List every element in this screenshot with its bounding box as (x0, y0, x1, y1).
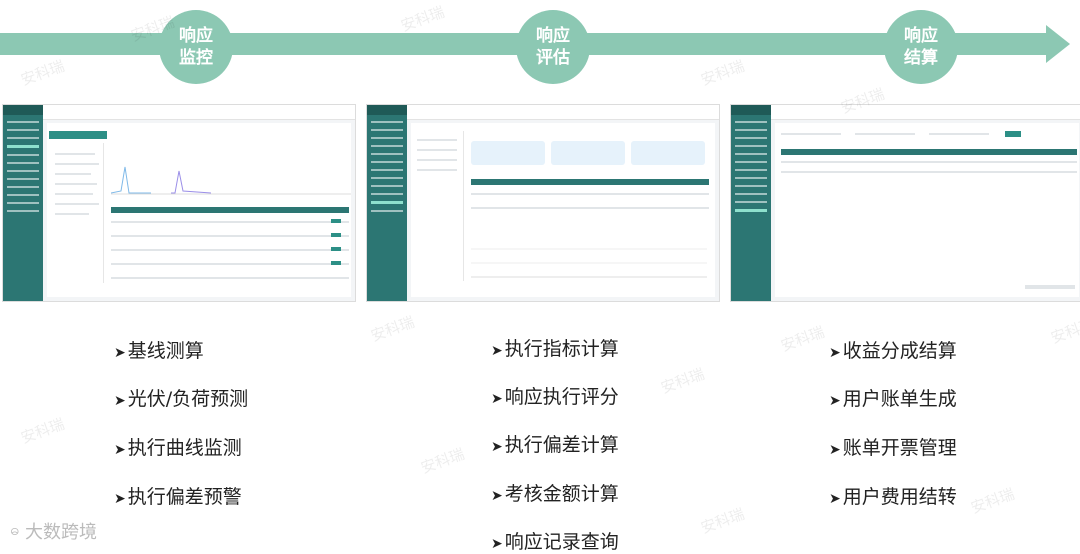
feature-item: ➤ 响应记录查询 (491, 531, 619, 553)
evaluate-screenshot (366, 104, 720, 302)
watermark: 安科瑞 (658, 364, 707, 398)
feature-item: ➤ 执行偏差预警 (114, 486, 242, 508)
topbar (771, 105, 1080, 120)
arrow-bullet-icon: ➤ (114, 345, 126, 361)
content-area (47, 123, 351, 297)
topbar (43, 105, 355, 120)
stage-line1: 响应 (536, 26, 570, 46)
monitor-screenshot (2, 104, 356, 302)
arrow-bullet-icon: ➤ (114, 393, 126, 409)
feature-item: ➤ 收益分成结算 (829, 340, 957, 362)
sidebar (367, 105, 407, 301)
stage-line2: 监控 (179, 48, 213, 68)
arrow-bullet-icon: ➤ (114, 442, 126, 458)
watermark: 安科瑞 (698, 504, 747, 538)
watermark: 安科瑞 (778, 322, 827, 356)
arrow-bullet-icon: ➤ (491, 488, 503, 504)
stage-line2: 结算 (904, 48, 938, 68)
arrow-bullet-icon: ➤ (829, 393, 841, 409)
arrow-bullet-icon: ➤ (829, 345, 841, 361)
footer-logo-text: 大数跨境 (25, 522, 97, 543)
arrow-bullet-icon: ➤ (491, 439, 503, 455)
feature-item: ➤ 用户费用结转 (829, 486, 957, 508)
deviation-chart (471, 248, 707, 278)
feature-item: ➤ 用户账单生成 (829, 388, 957, 410)
feature-item: ➤ 账单开票管理 (829, 437, 957, 459)
stage-line1: 响应 (179, 26, 213, 46)
timeline-arrow-icon (1046, 25, 1070, 63)
arrow-bullet-icon: ➤ (491, 391, 503, 407)
arrow-bullet-icon: ➤ (491, 536, 503, 552)
curve-chart (111, 166, 351, 195)
sidebar (3, 105, 43, 301)
watermark: 安科瑞 (418, 444, 467, 478)
feature-item: ➤ 执行指标计算 (491, 338, 619, 360)
watermark: 安科瑞 (368, 312, 417, 346)
arrow-bullet-icon: ➤ (491, 343, 503, 359)
sidebar (731, 105, 771, 301)
watermark: 安科瑞 (398, 2, 447, 36)
watermark: 安科瑞 (698, 56, 747, 90)
stage-evaluate: 响应 评估 (516, 10, 590, 84)
watermark: 安科瑞 (968, 484, 1017, 518)
topbar (407, 105, 719, 120)
feature-item: ➤ 响应执行评分 (491, 386, 619, 408)
content-area (775, 123, 1079, 297)
watermark: 安科瑞 (1048, 314, 1080, 348)
content-area (411, 123, 715, 297)
feature-item: ➤ 基线测算 (114, 340, 204, 362)
footer-logo: ဓ 大数跨境 (10, 518, 97, 544)
watermark: 安科瑞 (18, 56, 67, 90)
settle-screenshot (730, 104, 1080, 302)
arrow-bullet-icon: ➤ (829, 491, 841, 507)
feature-item: ➤ 考核金额计算 (491, 483, 619, 505)
stage-line2: 评估 (536, 48, 570, 68)
arrow-bullet-icon: ➤ (829, 442, 841, 458)
arrow-bullet-icon: ➤ (114, 491, 126, 507)
feature-item: ➤ 执行曲线监测 (114, 437, 242, 459)
feature-item: ➤ 光伏/负荷预测 (114, 388, 249, 410)
feature-item: ➤ 执行偏差计算 (491, 434, 619, 456)
footer-logo-icon: ဓ (10, 520, 19, 539)
watermark: 安科瑞 (18, 414, 67, 448)
stage-line1: 响应 (904, 26, 938, 46)
stage-settle: 响应 结算 (884, 10, 958, 84)
